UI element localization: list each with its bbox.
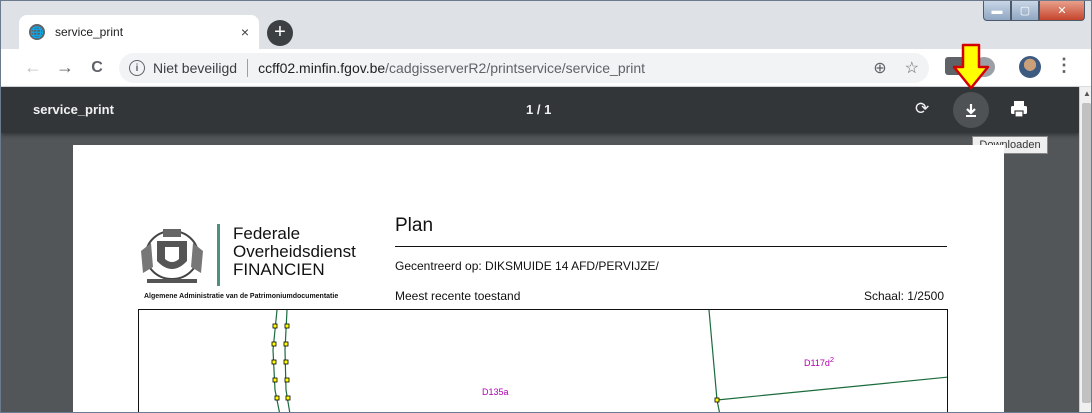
logo-line-3: FINANCIEN	[233, 260, 325, 279]
window-caption-buttons: ▬ ▢ ✕	[983, 1, 1085, 21]
plan-title: Plan	[395, 215, 434, 236]
tab-close-icon[interactable]: ×	[241, 24, 249, 40]
download-button[interactable]	[953, 92, 989, 128]
logo-text: Federale Overheidsdienst FINANCIEN	[233, 225, 356, 279]
vertical-scrollbar[interactable]: ▲	[1079, 87, 1091, 412]
annotation-arrow-icon	[952, 43, 990, 90]
info-icon[interactable]: i	[129, 60, 145, 76]
logo-divider	[217, 224, 220, 286]
browser-toolbar: ← → C i Niet beveiligd ccff02.minfin.fgo…	[1, 49, 1091, 87]
tab-strip: 🌐 service_print × +	[1, 1, 1091, 49]
minimize-button[interactable]: ▬	[983, 1, 1011, 21]
omnibox-actions: ⊕ ☆	[873, 58, 919, 78]
pdf-page: Federale Overheidsdienst FINANCIEN Algem…	[73, 145, 1004, 412]
scroll-up-icon[interactable]: ▲	[1083, 89, 1091, 98]
pdf-toolbar: service_print 1 / 1 ⟳	[1, 87, 1079, 133]
scrollbar-thumb[interactable]	[1082, 103, 1091, 403]
parcel-label-d135a: D135a	[482, 387, 509, 397]
state-text: Meest recente toestand	[395, 289, 521, 303]
title-rule	[395, 246, 947, 247]
url-host: ccff02.minfin.fgov.be	[258, 60, 386, 76]
profile-avatar[interactable]	[1019, 56, 1041, 78]
browser-menu-icon[interactable]: ⋮	[1055, 55, 1073, 76]
back-button[interactable]: ←	[17, 52, 49, 84]
rotate-icon[interactable]: ⟳	[915, 99, 929, 119]
coat-of-arms-logo	[141, 229, 203, 283]
print-icon[interactable]	[1009, 99, 1029, 119]
close-window-button[interactable]: ✕	[1039, 1, 1085, 21]
forward-button[interactable]: →	[49, 52, 81, 84]
tab-title: service_print	[55, 25, 124, 39]
bookmark-star-icon[interactable]: ☆	[905, 58, 919, 78]
security-label: Niet beveiligd	[153, 60, 238, 76]
new-tab-button[interactable]: +	[267, 20, 293, 46]
pdf-file-name: service_print	[33, 102, 114, 117]
centered-on-text: Gecentreerd op: DIKSMUIDE 14 AFD/PERVIJZ…	[395, 259, 659, 273]
url-path: /cadgisserverR2/printservice/service_pri…	[385, 60, 646, 76]
logo-subtitle: Algemene Administratie van de Patrimoniu…	[144, 293, 339, 300]
scale-text: Schaal: 1/2500	[863, 289, 944, 303]
logo-line-2: Overheidsdienst	[233, 242, 356, 261]
parcel-label-d117d: D117d2	[804, 355, 835, 368]
browser-window: 🌐 service_print × + ▬ ▢ ✕ ← → C i Niet b…	[0, 0, 1092, 413]
reload-button[interactable]: C	[81, 52, 113, 84]
maximize-button[interactable]: ▢	[1011, 1, 1039, 21]
cadastral-map: D117d2 D135a	[138, 309, 948, 412]
pdf-page-indicator: 1 / 1	[526, 102, 552, 117]
address-separator	[247, 59, 249, 77]
download-icon	[966, 104, 976, 117]
globe-icon: 🌐	[29, 24, 45, 40]
zoom-icon[interactable]: ⊕	[873, 58, 886, 78]
tab-service-print[interactable]: 🌐 service_print ×	[19, 15, 259, 49]
logo-line-1: Federale	[233, 224, 301, 243]
address-bar[interactable]: i Niet beveiligd ccff02.minfin.fgov.be/c…	[119, 53, 929, 83]
